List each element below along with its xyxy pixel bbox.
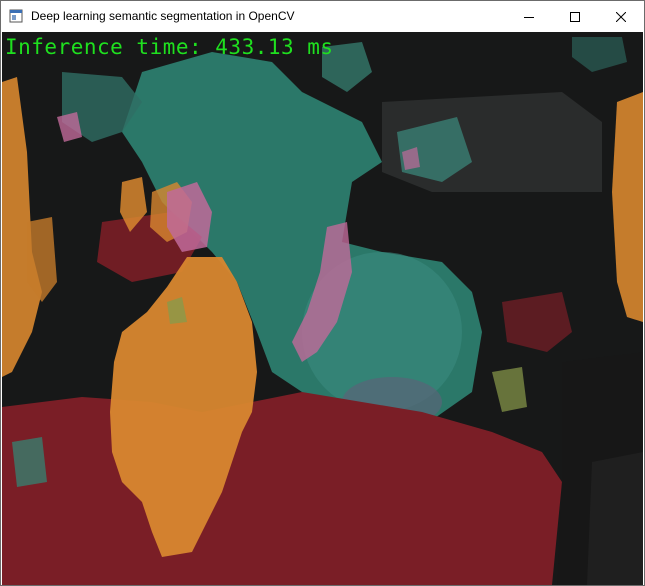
title-bar[interactable]: Deep learning semantic segmentation in O… [1,1,644,32]
segmentation-image: Inference time: 433.13 ms [2,32,643,585]
app-icon [9,9,23,23]
close-icon [616,11,626,22]
segmentation-overlay-image [2,32,643,585]
maximize-button[interactable] [552,1,598,32]
window-title: Deep learning semantic segmentation in O… [31,9,295,23]
minimize-button[interactable] [506,1,552,32]
maximize-icon [570,11,580,22]
close-button[interactable] [598,1,644,32]
inference-time-label: Inference time: 433.13 ms [5,35,334,59]
minimize-icon [524,16,534,18]
app-window: Deep learning semantic segmentation in O… [0,0,645,586]
